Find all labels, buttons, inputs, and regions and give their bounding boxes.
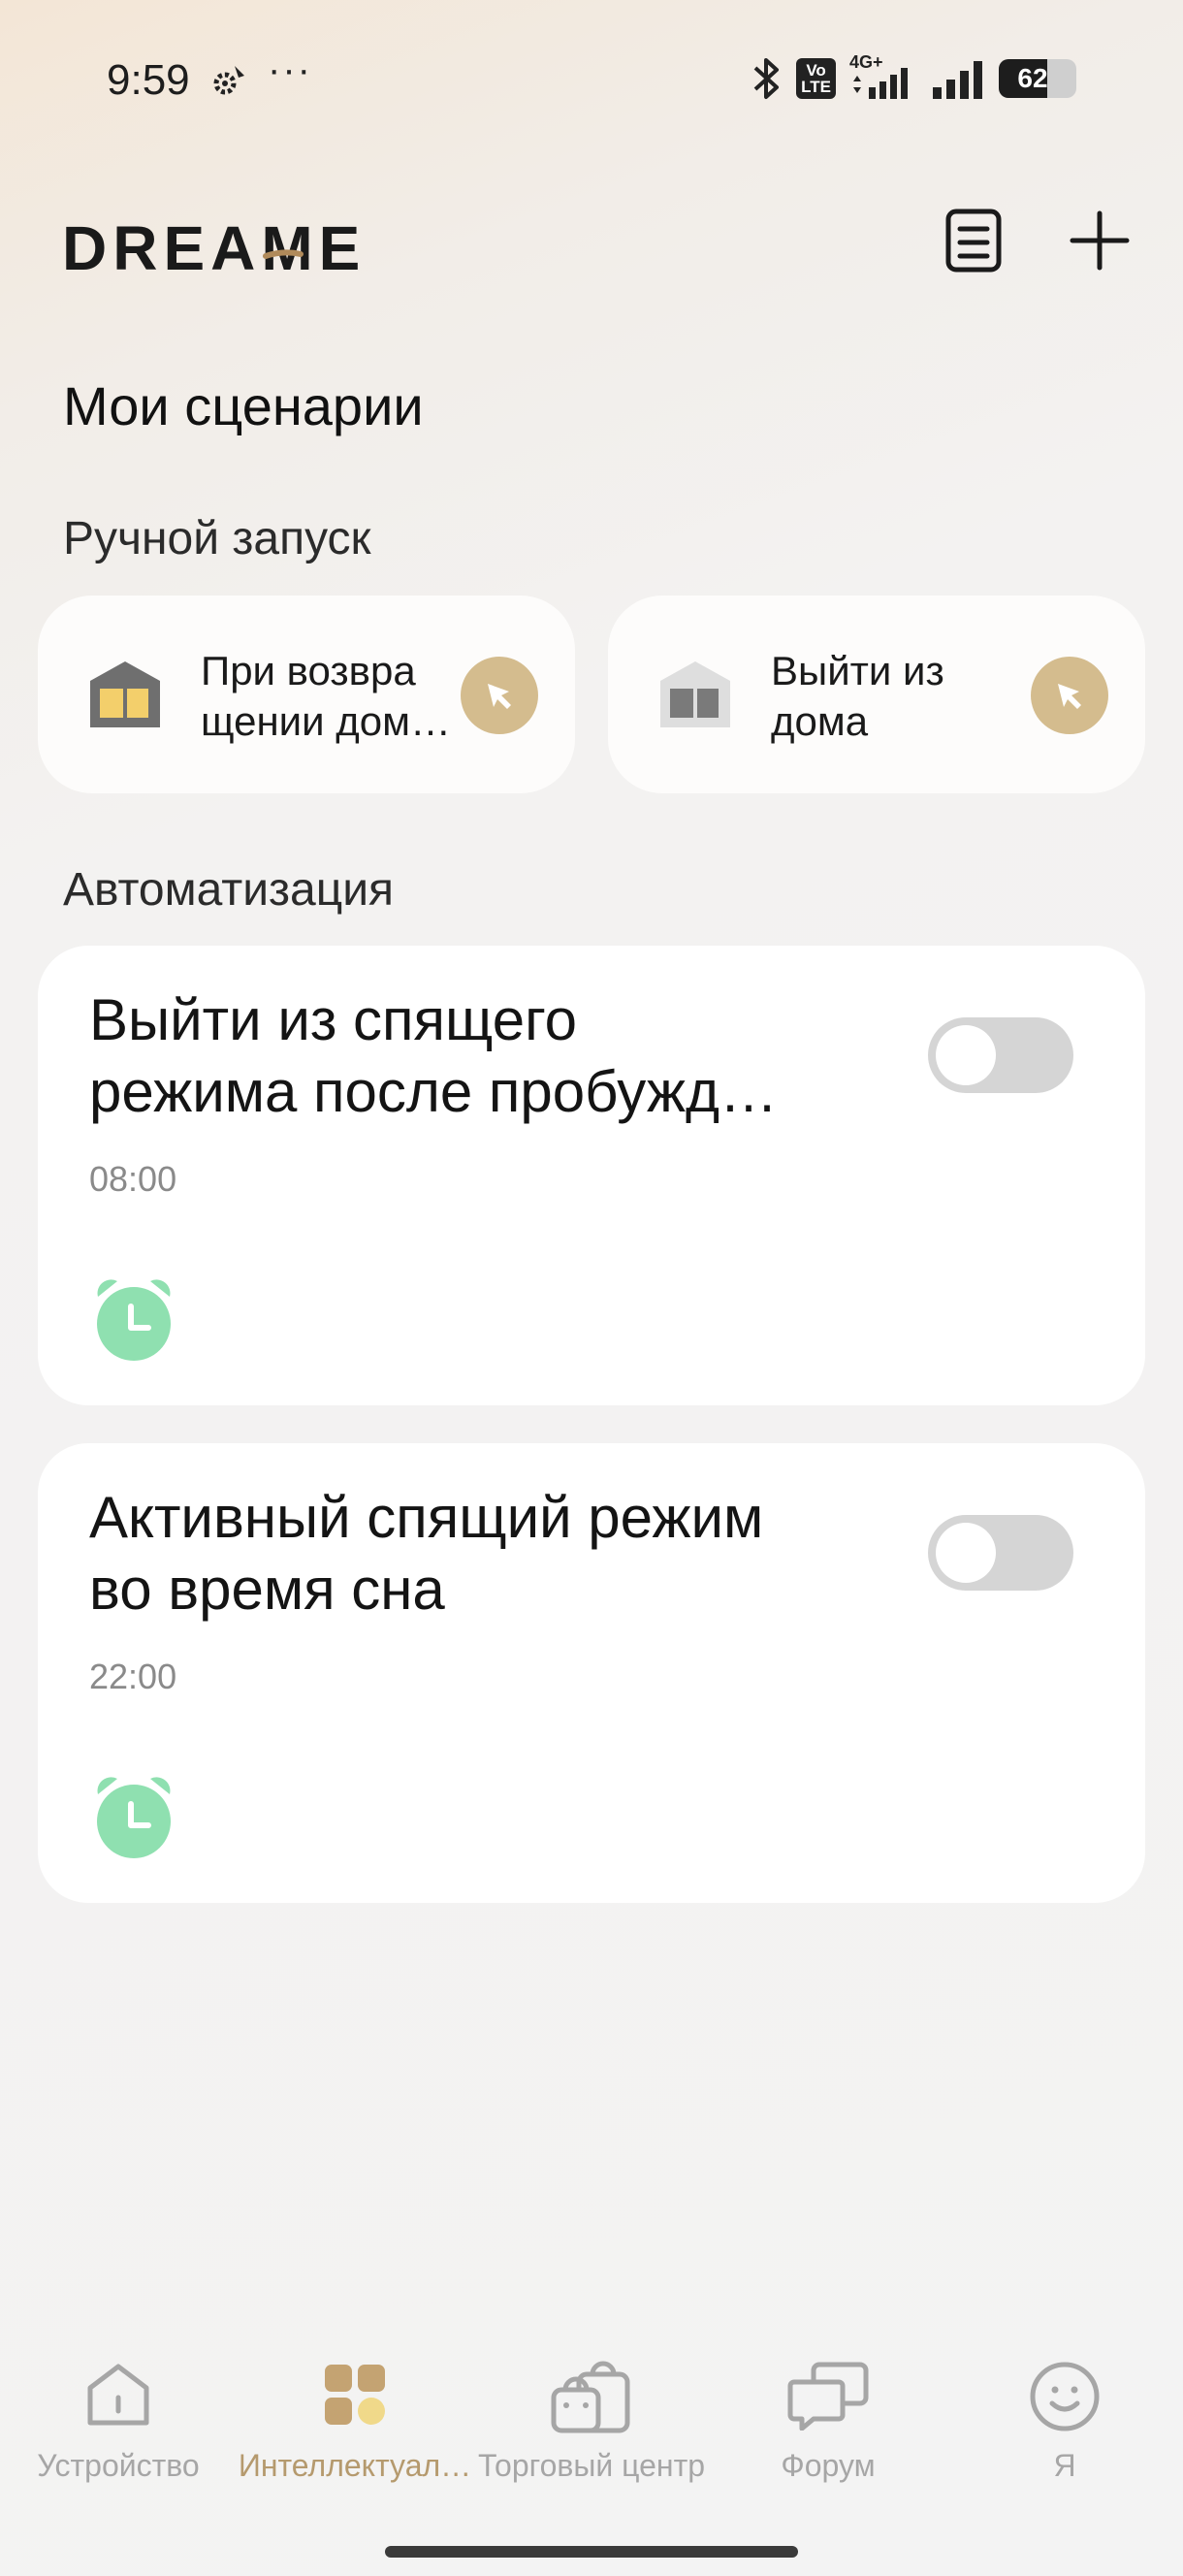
manual-scenario-label: Выйти из дома [771, 648, 944, 744]
cellular-4g-icon: 4G+ [849, 52, 917, 101]
cursor-icon [488, 684, 511, 709]
automation-card[interactable]: Активный спящий режим во время сна 22:00 [38, 1443, 1145, 1903]
nav-label: Интеллектуал… [238, 2448, 472, 2483]
dreame-logo: DREAME [62, 215, 366, 283]
nav-tab-shop[interactable]: Торговый центр [473, 2347, 710, 2493]
toggle-knob [936, 1523, 996, 1583]
manual-scenario-card-leave[interactable]: Выйти из дома [608, 596, 1145, 793]
nav-tab-forum[interactable]: Форум [710, 2347, 946, 2493]
nav-tab-me[interactable]: Я [946, 2347, 1183, 2493]
alarm-clock-icon [97, 1279, 171, 1361]
volte-badge: Vo LTE [796, 58, 836, 99]
bottom-nav: Устройство Интеллектуал… Торговый центр … [0, 2347, 1183, 2502]
nav-tab-device[interactable]: Устройство [0, 2347, 237, 2493]
svg-text:DREAME: DREAME [62, 215, 366, 283]
status-bar: 9:59 ··· Vo LTE 4G+ 62 [0, 0, 1183, 160]
page-title: Мои сценарии [63, 375, 424, 436]
add-icon[interactable] [1069, 209, 1131, 272]
shopping-bag-icon [551, 2361, 630, 2433]
toggle-knob [936, 1025, 996, 1085]
home-indicator[interactable] [385, 2546, 798, 2558]
battery-level: 62 [1017, 63, 1048, 93]
cursor-icon [1058, 684, 1081, 709]
manual-section-label: Ручной запуск [63, 513, 371, 564]
nav-label: Я [1053, 2448, 1076, 2483]
nav-label: Форум [781, 2448, 876, 2483]
log-list-icon[interactable] [943, 206, 1005, 275]
nav-label: Устройство [37, 2448, 200, 2483]
automation-time: 22:00 [89, 1657, 177, 1696]
chat-bubbles-icon [787, 2362, 869, 2431]
manual-scenario-label: При возвра щении дом… [201, 648, 451, 744]
home-return-icon [90, 661, 160, 727]
automation-time: 08:00 [89, 1159, 177, 1199]
automation-title: Выйти из спящего режима после пробужд… [89, 987, 779, 1124]
run-scenario-button[interactable] [1031, 657, 1108, 734]
more-notifications-icon: ··· [268, 48, 312, 91]
settings-sync-icon [213, 66, 244, 95]
grid-apps-icon [325, 2365, 385, 2425]
automation-card[interactable]: Выйти из спящего режима после пробужд… 0… [38, 946, 1145, 1405]
automation-section-label: Автоматизация [63, 864, 395, 916]
automation-toggle[interactable] [928, 1017, 1073, 1093]
status-indicators: Vo LTE 4G+ 62 [750, 52, 1076, 103]
run-scenario-button[interactable] [461, 657, 538, 734]
automation-title: Активный спящий режим во время сна [89, 1485, 764, 1622]
bluetooth-icon [753, 58, 780, 99]
automation-toggle[interactable] [928, 1515, 1073, 1591]
nav-label: Торговый центр [477, 2448, 706, 2483]
signal-strength-icon [933, 61, 982, 99]
smiley-profile-icon [1030, 2362, 1100, 2431]
home-leave-icon [660, 661, 730, 727]
battery-indicator: 62 [999, 59, 1076, 98]
alarm-clock-icon [97, 1777, 171, 1858]
home-icon [87, 2364, 149, 2426]
status-time: 9:59 [107, 56, 190, 104]
manual-scenario-card-return[interactable]: При возвра щении дом… [38, 596, 575, 793]
nav-tab-smart[interactable]: Интеллектуал… [237, 2347, 473, 2493]
